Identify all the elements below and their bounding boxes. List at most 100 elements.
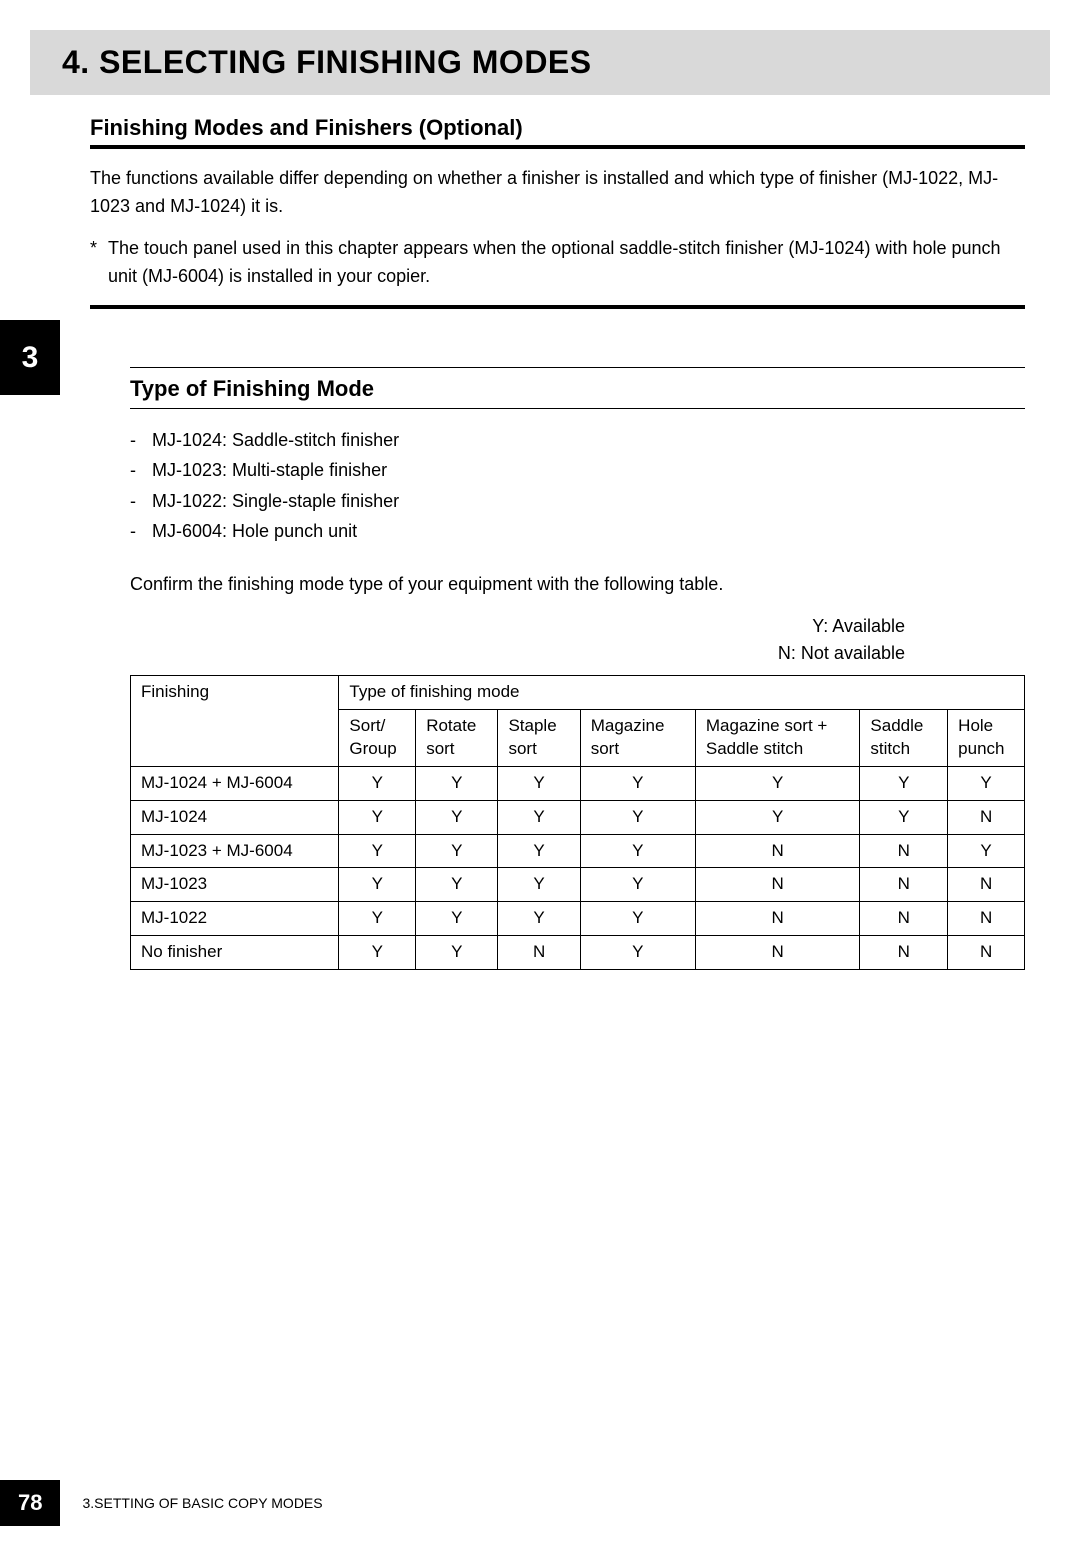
cell: N — [498, 936, 580, 970]
subheading-1: Finishing Modes and Finishers (Optional) — [90, 115, 1025, 141]
cell: Y — [580, 868, 695, 902]
cell: Y — [580, 834, 695, 868]
col-type: Type of finishing mode — [339, 675, 1025, 709]
table-row: MJ-1023 + MJ-6004 Y Y Y Y N N Y — [131, 834, 1025, 868]
page-number: 78 — [0, 1480, 60, 1526]
cell: Y — [948, 766, 1025, 800]
cell: Y — [416, 936, 498, 970]
row-name: MJ-1024 + MJ-6004 — [131, 766, 339, 800]
cell: Y — [416, 834, 498, 868]
cell: N — [695, 868, 860, 902]
list-item: -MJ-6004: Hole punch unit — [130, 516, 1025, 547]
cell: N — [695, 902, 860, 936]
cell: Y — [695, 766, 860, 800]
list-item-label: MJ-1024: Saddle-stitch finisher — [152, 425, 399, 456]
cell: Y — [416, 766, 498, 800]
note-text: The touch panel used in this chapter app… — [108, 235, 1025, 291]
cell: Y — [339, 868, 416, 902]
cell: N — [860, 936, 948, 970]
subheading-2: Type of Finishing Mode — [130, 376, 1025, 402]
row-name: MJ-1024 — [131, 800, 339, 834]
list-item-label: MJ-1022: Single-staple finisher — [152, 486, 399, 517]
footer-chapter-title: 3.SETTING OF BASIC COPY MODES — [82, 1495, 322, 1511]
chapter-number: 3 — [22, 341, 39, 375]
row-name: MJ-1023 + MJ-6004 — [131, 834, 339, 868]
section-title-bar: 4. SELECTING FINISHING MODES — [30, 30, 1050, 95]
table-legend: Y: Available N: Not available — [130, 613, 905, 667]
intro-paragraph: The functions available differ depending… — [90, 165, 1025, 221]
table-row: MJ-1023 Y Y Y Y N N N — [131, 868, 1025, 902]
dash-icon: - — [130, 425, 152, 456]
cell: Y — [498, 766, 580, 800]
cell: Y — [339, 800, 416, 834]
cell: Y — [860, 800, 948, 834]
col-hole-punch: Hole punch — [948, 709, 1025, 766]
cell: Y — [498, 800, 580, 834]
cell: N — [948, 800, 1025, 834]
list-item-label: MJ-6004: Hole punch unit — [152, 516, 357, 547]
cell: Y — [580, 766, 695, 800]
finishing-mode-table: Finishing Type of finishing mode Sort/ G… — [130, 675, 1025, 970]
dash-icon: - — [130, 455, 152, 486]
list-item: -MJ-1023: Multi-staple finisher — [130, 455, 1025, 486]
legend-available: Y: Available — [130, 613, 905, 640]
heavy-rule — [90, 145, 1025, 149]
asterisk-icon: * — [90, 235, 108, 291]
cell: Y — [416, 800, 498, 834]
col-magazine-sort: Magazine sort — [580, 709, 695, 766]
cell: Y — [339, 834, 416, 868]
col-staple-sort: Staple sort — [498, 709, 580, 766]
page-footer: 78 3.SETTING OF BASIC COPY MODES — [0, 1480, 323, 1526]
cell: N — [860, 868, 948, 902]
cell: Y — [339, 766, 416, 800]
cell: Y — [695, 800, 860, 834]
col-magazine-saddle: Magazine sort + Saddle stitch — [695, 709, 860, 766]
cell: Y — [498, 868, 580, 902]
cell: N — [948, 936, 1025, 970]
cell: N — [695, 936, 860, 970]
cell: Y — [339, 902, 416, 936]
table-header-row-1: Finishing Type of finishing mode — [131, 675, 1025, 709]
legend-not-available: N: Not available — [130, 640, 905, 667]
col-finishing: Finishing — [131, 675, 339, 766]
note-row: * The touch panel used in this chapter a… — [90, 235, 1025, 291]
table-row: MJ-1024 + MJ-6004 Y Y Y Y Y Y Y — [131, 766, 1025, 800]
cell: Y — [948, 834, 1025, 868]
table-row: No finisher Y Y N Y N N N — [131, 936, 1025, 970]
table-row: MJ-1022 Y Y Y Y N N N — [131, 902, 1025, 936]
cell: Y — [498, 834, 580, 868]
dash-icon: - — [130, 516, 152, 547]
cell: Y — [860, 766, 948, 800]
chapter-tab: 3 — [0, 320, 60, 395]
heavy-rule-2 — [90, 305, 1025, 309]
model-list: -MJ-1024: Saddle-stitch finisher -MJ-102… — [130, 425, 1025, 547]
subsection: Type of Finishing Mode -MJ-1024: Saddle-… — [130, 367, 1025, 971]
thin-rule-bottom — [130, 408, 1025, 409]
list-item-label: MJ-1023: Multi-staple finisher — [152, 455, 387, 486]
cell: N — [860, 902, 948, 936]
col-sort-group: Sort/ Group — [339, 709, 416, 766]
row-name: MJ-1023 — [131, 868, 339, 902]
table-row: MJ-1024 Y Y Y Y Y Y N — [131, 800, 1025, 834]
cell: N — [695, 834, 860, 868]
row-name: MJ-1022 — [131, 902, 339, 936]
cell: Y — [580, 902, 695, 936]
dash-icon: - — [130, 486, 152, 517]
col-rotate-sort: Rotate sort — [416, 709, 498, 766]
cell: N — [948, 902, 1025, 936]
cell: Y — [416, 902, 498, 936]
list-item: -MJ-1024: Saddle-stitch finisher — [130, 425, 1025, 456]
cell: Y — [416, 868, 498, 902]
list-item: -MJ-1022: Single-staple finisher — [130, 486, 1025, 517]
row-name: No finisher — [131, 936, 339, 970]
cell: Y — [498, 902, 580, 936]
cell: Y — [580, 936, 695, 970]
manual-page: 4. SELECTING FINISHING MODES 3 Finishing… — [0, 30, 1080, 1556]
page-content: Finishing Modes and Finishers (Optional)… — [0, 95, 1080, 970]
cell: N — [860, 834, 948, 868]
thin-rule-top — [130, 367, 1025, 368]
cell: N — [948, 868, 1025, 902]
col-saddle-stitch: Saddle stitch — [860, 709, 948, 766]
cell: Y — [580, 800, 695, 834]
section-title: 4. SELECTING FINISHING MODES — [62, 44, 1018, 81]
